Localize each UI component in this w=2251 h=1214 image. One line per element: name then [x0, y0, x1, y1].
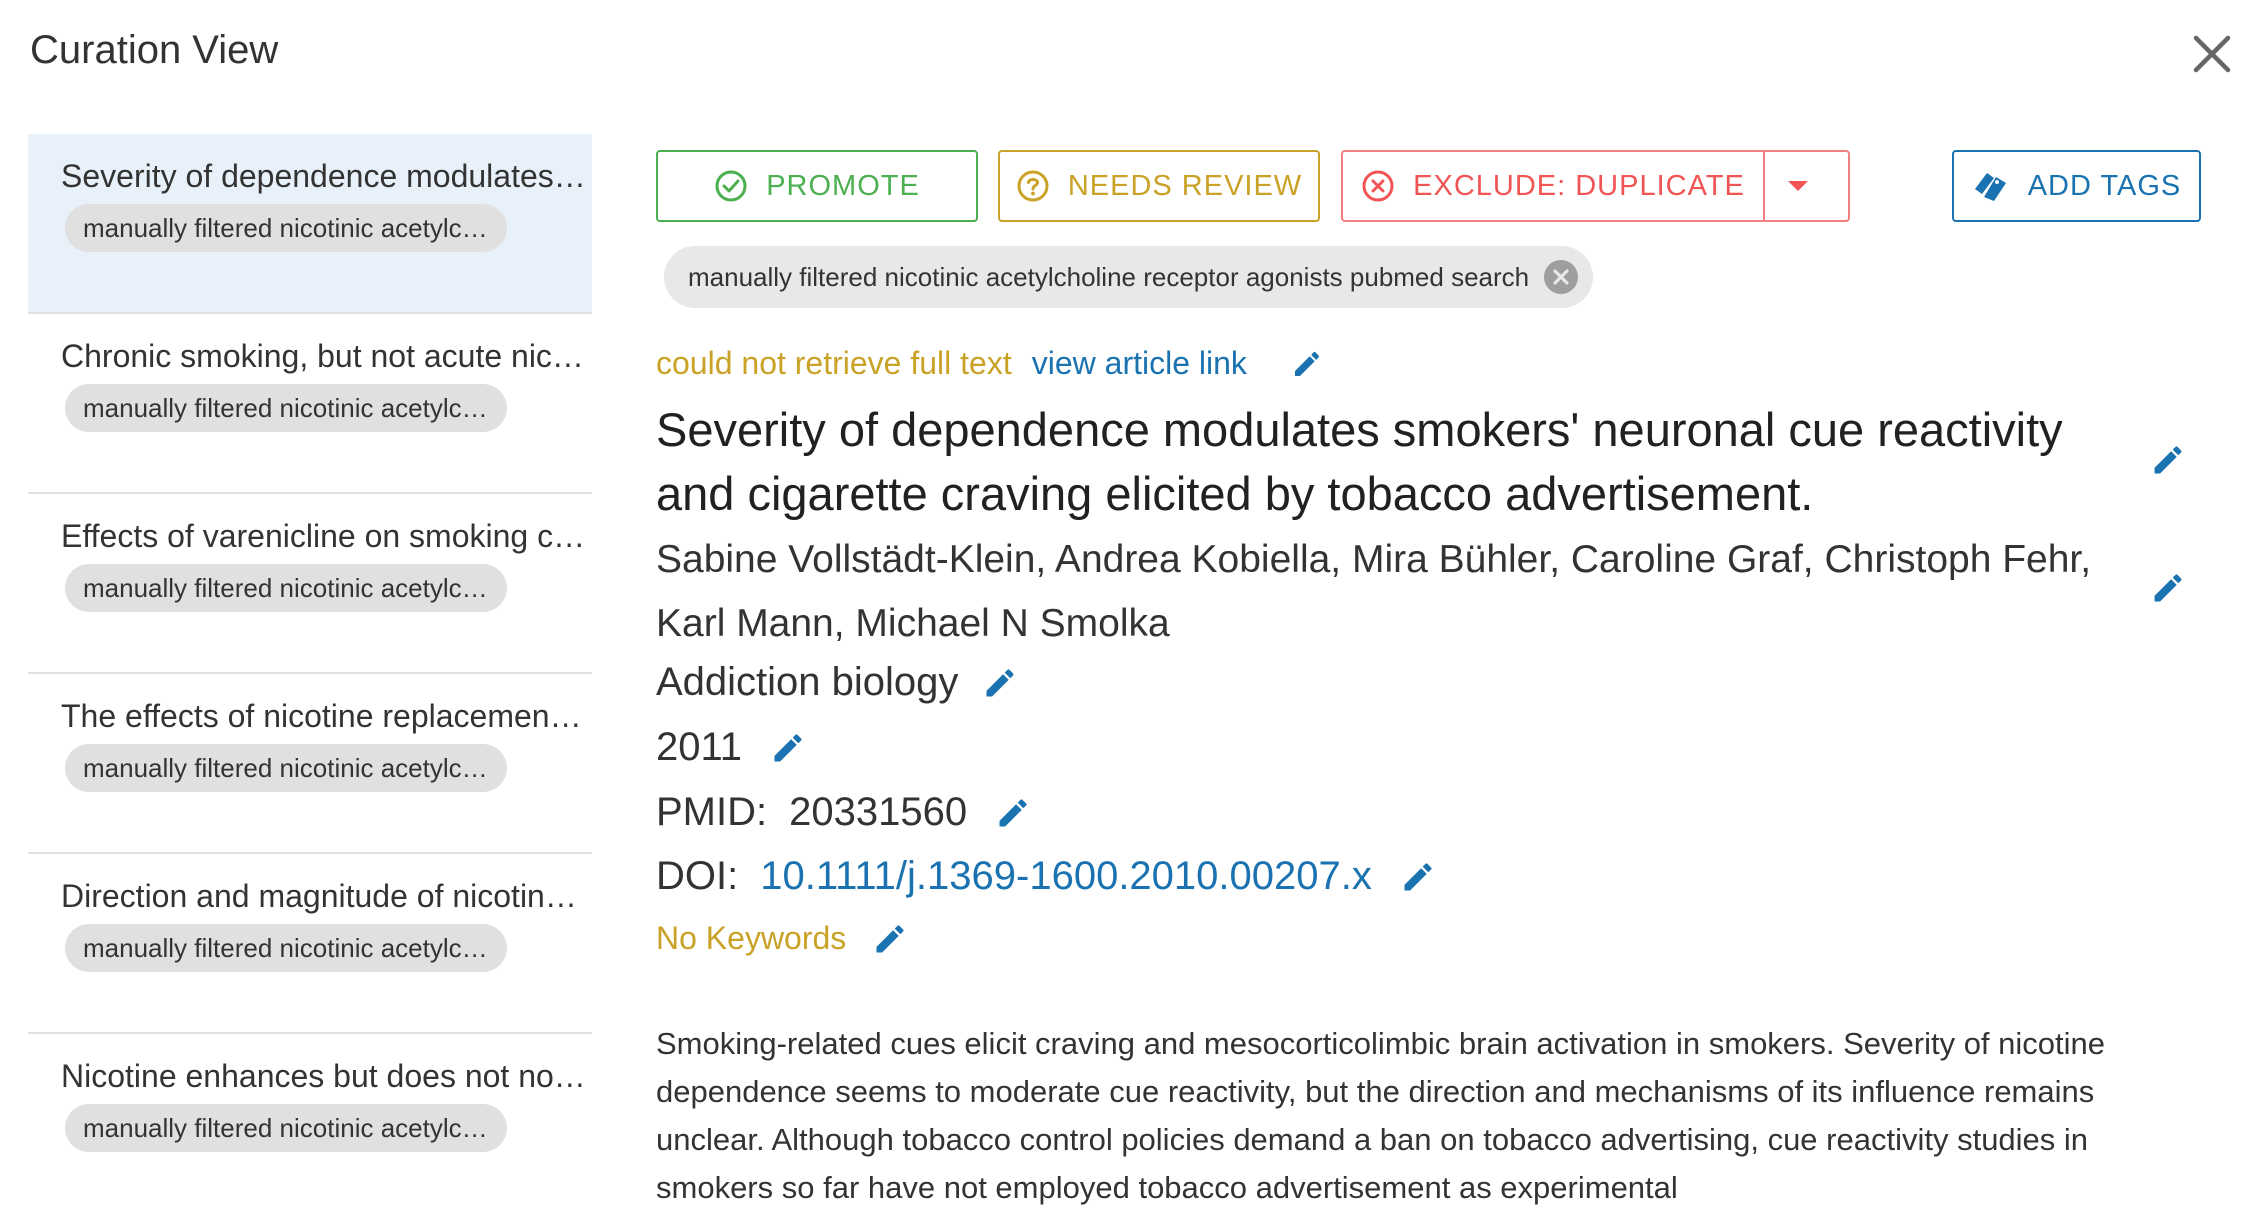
edit-pmid-button[interactable]: [995, 795, 1031, 831]
needs-review-button[interactable]: NEEDS REVIEW: [998, 150, 1320, 222]
view-article-link[interactable]: view article link: [1032, 345, 1247, 382]
promote-button[interactable]: PROMOTE: [656, 150, 978, 222]
article-authors: Sabine Vollstädt-Klein, Andrea Kobiella,…: [656, 538, 2092, 645]
sidebar-item-title: Chronic smoking, but not acute nicotine …: [61, 338, 587, 374]
sidebar-item[interactable]: The effects of nicotine replacement ther…: [28, 674, 592, 854]
pencil-icon: [986, 668, 1014, 696]
exclude-label: EXCLUDE: DUPLICATE: [1413, 169, 1745, 202]
sidebar-item-tag: manually filtered nicotinic acetylcholin…: [65, 204, 507, 252]
caret-down-icon: [1787, 181, 1808, 191]
pmid-label: PMID:: [656, 790, 768, 834]
pmid-row: PMID: 20331560: [656, 790, 1031, 835]
sidebar-item[interactable]: Direction and magnitude of nicotine effe…: [28, 854, 592, 1034]
sidebar-item-tag: manually filtered nicotinic acetylcholin…: [65, 744, 507, 792]
sidebar-item[interactable]: Severity of dependence modulates smokers…: [28, 134, 592, 314]
publication-year: 2011: [656, 725, 743, 769]
fulltext-status: could not retrieve full text: [656, 345, 1012, 381]
exclude-button[interactable]: EXCLUDE: DUPLICATE: [1341, 150, 1765, 222]
add-tags-label: ADD TAGS: [2027, 169, 2182, 202]
edit-link-button[interactable]: [1291, 348, 1323, 380]
edit-doi-button[interactable]: [1400, 859, 1436, 895]
journal-name: Addiction biology: [656, 660, 959, 704]
promote-label: PROMOTE: [766, 169, 920, 202]
doi-label: DOI:: [656, 854, 739, 898]
pmid-value: 20331560: [789, 790, 968, 834]
pencil-icon: [876, 924, 904, 952]
edit-title-button[interactable]: [2150, 442, 2186, 478]
fulltext-row: could not retrieve full text view articl…: [656, 345, 1323, 382]
pencil-icon: [999, 798, 1027, 826]
sidebar-item-tag: manually filtered nicotinic acetylcholin…: [65, 924, 507, 972]
check-circle-icon: [715, 170, 747, 202]
sidebar-item[interactable]: Nicotine enhances but does not normalize…: [28, 1034, 592, 1214]
edit-keywords-button[interactable]: [872, 921, 908, 957]
remove-tag-button[interactable]: [1543, 259, 1579, 295]
pencil-icon: [774, 733, 802, 761]
edit-authors-button[interactable]: [2150, 570, 2186, 606]
needs-review-label: NEEDS REVIEW: [1067, 169, 1303, 202]
close-button[interactable]: [2186, 28, 2238, 80]
sidebar-item-title: Nicotine enhances but does not normalize…: [61, 1058, 587, 1094]
x-circle-icon: [1362, 170, 1394, 202]
sidebar-item-title: Direction and magnitude of nicotine effe…: [61, 878, 587, 914]
sidebar-item[interactable]: Effects of varenicline on smoking cue-tr…: [28, 494, 592, 674]
sidebar-item-title: The effects of nicotine replacement ther…: [61, 698, 587, 734]
article-abstract: Smoking-related cues elicit craving and …: [656, 1026, 2106, 1205]
question-circle-icon: [1017, 170, 1049, 202]
pencil-icon: [2154, 446, 2182, 474]
page-title: Curation View: [30, 28, 279, 72]
article-title: Severity of dependence modulates smokers…: [656, 403, 2063, 520]
article-panel: PROMOTE NEEDS REVIEW EXCLUDE: DUPLICATE: [656, 150, 2201, 1205]
close-icon: [2193, 35, 2231, 73]
keywords-status: No Keywords: [656, 920, 847, 956]
pencil-icon: [1294, 351, 1319, 376]
sidebar-item-title: Effects of varenicline on smoking cue-tr…: [61, 518, 587, 554]
sidebar: Severity of dependence modulates smokers…: [28, 134, 592, 1214]
sidebar-item-tag: manually filtered nicotinic acetylcholin…: [65, 384, 507, 432]
keywords-row: No Keywords: [656, 920, 908, 957]
edit-year-button[interactable]: [770, 730, 806, 766]
doi-link[interactable]: 10.1111/j.1369-1600.2010.00207.x: [760, 854, 1372, 899]
pencil-icon: [2154, 574, 2182, 602]
sidebar-item-title: Severity of dependence modulates smokers…: [61, 158, 587, 194]
sidebar-item[interactable]: Chronic smoking, but not acute nicotine …: [28, 314, 592, 494]
exclude-dropdown-button[interactable]: [1763, 150, 1850, 222]
add-tags-button[interactable]: ADD TAGS: [1952, 150, 2201, 222]
close-circle-icon: [1544, 260, 1579, 294]
journal-row: Addiction biology: [656, 660, 1018, 705]
curation-toolbar: PROMOTE NEEDS REVIEW EXCLUDE: DUPLICATE: [656, 150, 2201, 224]
doi-row: DOI: 10.1111/j.1369-1600.2010.00207.x: [656, 854, 1436, 899]
article-tag-chip: manually filtered nicotinic acetylcholin…: [664, 246, 1594, 308]
pencil-icon: [1404, 862, 1432, 890]
article-tag-label: manually filtered nicotinic acetylcholin…: [688, 261, 1530, 292]
edit-journal-button[interactable]: [982, 665, 1018, 701]
tags-icon: [1974, 173, 2006, 201]
year-row: 2011: [656, 725, 806, 770]
sidebar-item-tag: manually filtered nicotinic acetylcholin…: [65, 564, 507, 612]
sidebar-item-tag: manually filtered nicotinic acetylcholin…: [65, 1104, 507, 1152]
